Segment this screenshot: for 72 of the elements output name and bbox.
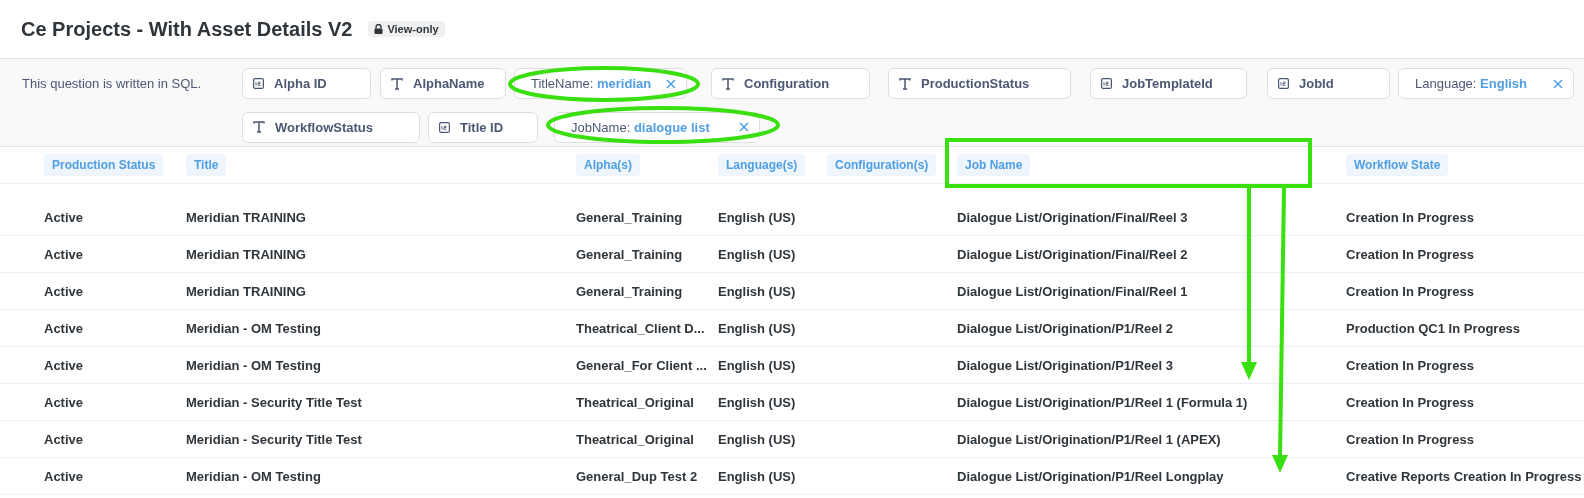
table-cell-text: English (US) [718, 431, 797, 447]
filter-widget[interactable]: Title ID [428, 111, 538, 143]
table-cell-text: Meridian - Security Title Test [186, 394, 363, 410]
number-type-icon [253, 78, 264, 89]
table-cell-text: Creation In Progress [1346, 431, 1475, 447]
table-cell-text: Active [44, 283, 85, 299]
table-cell-text: Meridian TRAINING [186, 246, 307, 262]
table-cell-text: Dialogue List/Origination/Final/Reel 2 [957, 246, 1189, 262]
table-cell-text: Theatrical_Client D... [576, 320, 706, 336]
filter-widget[interactable]: JobTemplateId [1090, 68, 1247, 99]
table-cell-text: English (US) [718, 468, 797, 484]
sql-note: This question is written in SQL. [21, 75, 203, 93]
table-cell-text: Creative Reports Creation In Progress [1346, 468, 1583, 484]
table-cell-text: English (US) [718, 246, 797, 262]
filter-widget[interactable]: Alpha ID [242, 68, 371, 99]
filter-widget[interactable]: Configuration [711, 68, 870, 99]
table-cell-text: English (US) [718, 394, 797, 410]
table-cell-text: Dialogue List/Origination/Final/Reel 3 [957, 209, 1189, 225]
table-cell-text: Creation In Progress [1346, 357, 1475, 373]
filter-widget[interactable]: Language: English [1398, 68, 1574, 99]
table-cell-text: English (US) [718, 357, 797, 373]
table-cell-text: Theatrical_Original [576, 394, 695, 410]
table-cell-text: English (US) [718, 283, 797, 299]
table-cell-text: General_Training [576, 246, 684, 262]
filter-widget[interactable]: AlphaName [380, 68, 506, 99]
table-cell-text: Creation In Progress [1346, 394, 1475, 410]
text-type-icon [722, 77, 734, 90]
table-cell-text: Creation In Progress [1346, 283, 1475, 299]
table-cell-text: Active [44, 209, 85, 225]
table-cell-text: Active [44, 246, 85, 262]
text-type-icon [391, 77, 403, 90]
table-cell-text: Dialogue List/Origination/P1/Reel 2 [957, 320, 1174, 336]
text-type-icon [253, 121, 265, 133]
filter-widget[interactable]: ProductionStatus [888, 68, 1071, 99]
table-cell-text: General_Dup Test 2 [576, 468, 699, 484]
number-type-icon [1101, 78, 1112, 89]
table-cell-text: Meridian TRAINING [186, 209, 307, 225]
table-cell-text: Meridian - Security Title Test [186, 431, 363, 447]
close-icon[interactable] [666, 78, 676, 89]
table-cell-text: English (US) [718, 320, 797, 336]
number-type-icon [1278, 78, 1289, 89]
filter-widget[interactable]: WorkflowStatus [242, 111, 420, 143]
table-cell-text: Meridian - OM Testing [186, 357, 322, 373]
table-cell-text: Meridian TRAINING [186, 283, 307, 299]
close-icon[interactable] [1553, 78, 1563, 89]
table-cell-text: General_For Client ... [576, 357, 708, 373]
table-cell-text: English (US) [718, 209, 797, 225]
table-cell-text: Dialogue List/Origination/Final/Reel 1 [957, 283, 1189, 299]
lock-icon [374, 24, 384, 34]
number-type-icon [439, 121, 450, 133]
table-cell-text: General_Training [576, 209, 684, 225]
table-cell-text: Creation In Progress [1346, 246, 1475, 262]
text-type-icon [899, 77, 911, 90]
table-cell-text: Active [44, 357, 85, 373]
table-cell-text: Meridian - OM Testing [186, 320, 322, 336]
table-cell-text: Dialogue List/Origination/P1/Reel 1 (APEX) [957, 431, 1222, 447]
table-cell-text: Production QC1 In Progress [1346, 320, 1522, 336]
table-cell-text: Creation In Progress [1346, 209, 1475, 225]
table-cell-text: Dialogue List/Origination/P1/Reel 3 [957, 357, 1174, 373]
table-cell-text: Theatrical_Original [576, 431, 695, 447]
view-only-badge: View-only [368, 21, 445, 37]
filter-widget[interactable]: JobId [1267, 68, 1390, 99]
table-cell-text: Active [44, 394, 85, 410]
table-cell-text: Active [44, 320, 85, 336]
table-cell-text: Active [44, 468, 85, 484]
table-cell-text: Active [44, 431, 85, 447]
table-cell-text: Meridian - OM Testing [186, 468, 322, 484]
table-cell-text: Dialogue List/Origination/P1/Reel 1 (Formula 1) [957, 394, 1249, 410]
page-title: Ce Projects - With Asset Details V2 [21, 17, 353, 41]
table-cell-text: General_Training [576, 283, 684, 299]
table-cell-text: Dialogue List/Origination/P1/Reel Longplay [957, 468, 1225, 484]
close-icon[interactable] [739, 122, 749, 132]
